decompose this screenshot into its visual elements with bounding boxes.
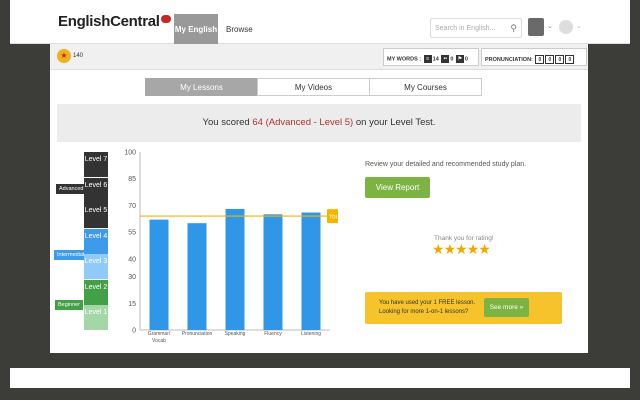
review-text: Review your detailed and recommended stu… xyxy=(365,161,527,168)
x-tick-label: Vocab xyxy=(152,338,166,344)
pronunciation-box[interactable]: PRONUNCIATION: 0000 xyxy=(481,48,587,66)
y-tick-label: 40 xyxy=(128,256,136,263)
bar-2 xyxy=(225,208,245,330)
score-banner: You scored 64 (Advanced - Level 5) on yo… xyxy=(57,104,581,142)
promo-line-1: You have used your 1 FREE lesson. xyxy=(379,300,476,306)
rating-stars[interactable]: ★★★★★ xyxy=(432,241,491,258)
y-tick-label: 100 xyxy=(124,150,136,157)
search-input[interactable]: Search in English... ⚲ xyxy=(430,18,522,38)
search-icon[interactable]: ⚲ xyxy=(510,23,517,34)
score-value: 64 (Advanced - Level 5) xyxy=(252,117,354,128)
level-5-block: Level 5 xyxy=(84,203,108,228)
view-report-button[interactable]: View Report xyxy=(365,177,430,198)
pronunciation-button[interactable]: 0 xyxy=(545,55,555,64)
coin-count: 140 xyxy=(73,53,84,59)
level-7-block: Level 7 xyxy=(84,152,108,177)
bar-3 xyxy=(263,214,283,330)
chat-bubble-icon xyxy=(160,15,171,23)
y-tick-label: 85 xyxy=(128,176,136,183)
group-label-advanced: Advanced xyxy=(56,184,87,194)
promo-banner: You have used your 1 FREE lesson. Lookin… xyxy=(365,292,562,324)
footer-bar xyxy=(10,368,630,388)
flag-icon: ⚑ xyxy=(455,55,464,63)
star-icon[interactable]: ★ xyxy=(478,241,491,257)
x-tick-label: Fluency xyxy=(264,331,282,337)
tab-my-lessons[interactable]: My Lessons xyxy=(145,78,258,96)
avatar-icon[interactable] xyxy=(528,18,544,36)
chevron-down-icon[interactable]: ⌄ xyxy=(576,22,582,30)
nav-my-english[interactable]: My English xyxy=(174,14,218,44)
bar-1 xyxy=(187,223,207,330)
stats-bar: ★ 140 MY WORDS : ≡ 14 •• 0 ⚑ 0 PRONUNCIATIO… xyxy=(50,44,588,70)
star-icon[interactable]: ★ xyxy=(455,241,468,257)
level-3-block: Level 3 xyxy=(84,254,108,279)
list-icon: ≡ xyxy=(423,55,432,63)
y-tick-label: 30 xyxy=(128,274,136,281)
group-label-beginner: Beginner xyxy=(55,300,84,310)
tab-bar: My Lessons My Videos My Courses xyxy=(145,78,482,96)
x-tick-label: Speaking xyxy=(225,331,246,337)
nav-browse[interactable]: Browse xyxy=(226,25,253,34)
x-tick-label: Grammar/ xyxy=(148,331,171,337)
englishcentral-logo[interactable]: EnglishCentral xyxy=(58,13,171,30)
level-1-block: Level 1 xyxy=(84,305,108,330)
star-icon[interactable]: ★ xyxy=(444,241,457,257)
level-2-block: Level 2 xyxy=(84,279,108,305)
bar-0 xyxy=(149,219,169,330)
x-tick-label: Pronunciation xyxy=(182,331,213,337)
pronunciation-button[interactable]: 0 xyxy=(555,55,565,64)
y-tick-label: 70 xyxy=(128,203,136,210)
you-are-here-label: You're here xyxy=(329,215,338,221)
bar-4 xyxy=(301,212,321,330)
level-6-block: Level 6 xyxy=(84,177,108,203)
see-more-button[interactable]: See more » xyxy=(484,298,529,317)
level-4-block: Level 4 xyxy=(84,228,108,254)
y-tick-label: 15 xyxy=(128,301,136,308)
star-icon[interactable]: ★ xyxy=(432,241,445,257)
star-icon[interactable]: ★ xyxy=(467,241,480,257)
x-tick-label: Listening xyxy=(301,331,321,337)
tab-my-courses[interactable]: My Courses xyxy=(369,78,482,96)
y-tick-label: 0 xyxy=(132,328,136,335)
top-navigation-bar: EnglishCentral My English Browse Search … xyxy=(10,0,630,44)
promo-line-2: Looking for more 1-on-1 lessons? xyxy=(379,309,469,315)
pronunciation-button[interactable]: 0 xyxy=(565,55,575,64)
globe-icon[interactable] xyxy=(559,20,573,34)
pronunciation-button[interactable]: 0 xyxy=(535,55,545,64)
score-bar-chart: 0 15 30 40 55 70 85 100 Grammar/Vocab Pronunciati… xyxy=(124,150,338,344)
coin-icon: ★ xyxy=(57,49,71,63)
tab-my-videos[interactable]: My Videos xyxy=(257,78,370,96)
chevron-down-icon[interactable]: ⌄ xyxy=(547,22,553,30)
y-tick-label: 55 xyxy=(128,230,136,237)
dots-icon: •• xyxy=(441,55,450,63)
my-words-box[interactable]: MY WORDS : ≡ 14 •• 0 ⚑ 0 xyxy=(383,48,479,66)
